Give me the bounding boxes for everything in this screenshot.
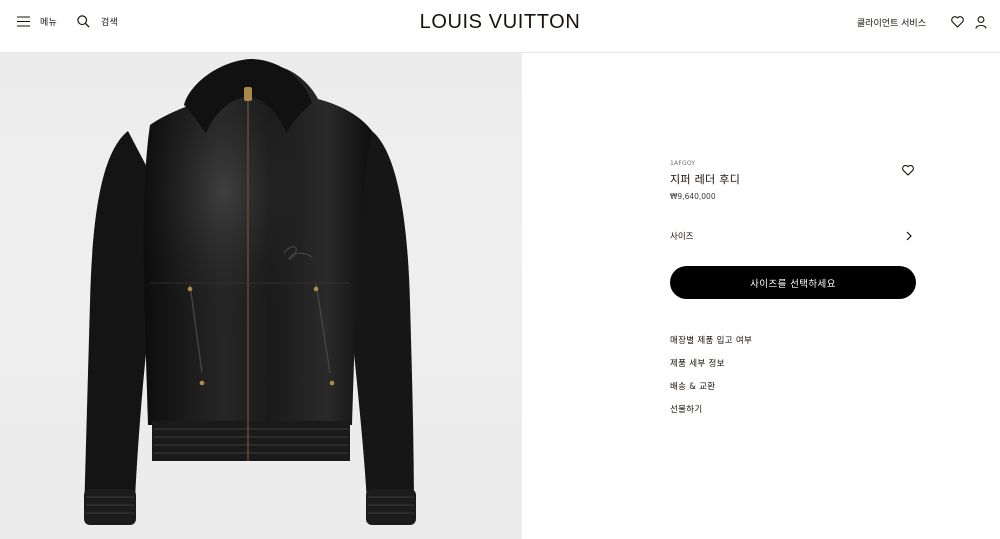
gift-link[interactable]: 선물하기: [670, 403, 916, 426]
size-selector[interactable]: 사이즈: [670, 229, 916, 243]
size-label: 사이즈: [670, 232, 694, 242]
search-icon: [77, 14, 91, 28]
brand-logo[interactable]: LOUIS VUITTON: [420, 11, 581, 33]
brand-logo-wrapper: LOUIS VUITTON: [0, 11, 1000, 34]
search-button[interactable]: 검색: [77, 14, 118, 28]
search-label: 검색: [100, 17, 118, 28]
product-links: 매장별 제품 입고 여부 제품 세부 정보 배송 & 교환 선물하기: [670, 334, 916, 426]
leather-jacket-image: [84, 59, 416, 525]
product-image[interactable]: [0, 53, 522, 539]
header-left: 메뉴 검색: [16, 14, 118, 28]
delivery-returns-link[interactable]: 배송 & 교환: [670, 380, 916, 403]
menu-button[interactable]: 메뉴: [16, 14, 57, 28]
site-header: 메뉴 검색 LOUIS VUITTON 클라이언트 서비스: [0, 0, 1000, 53]
header-right: 클라이언트 서비스: [857, 15, 988, 29]
product-sku: 1AFGOY: [670, 160, 696, 167]
hamburger-icon: [16, 14, 30, 28]
client-service-link[interactable]: 클라이언트 서비스: [857, 16, 926, 29]
product-title-row: 지퍼 레더 후디: [670, 164, 916, 187]
heart-icon[interactable]: [902, 161, 916, 176]
product-price: ₩9,640,000: [670, 192, 716, 201]
user-icon[interactable]: [974, 15, 988, 29]
store-availability-link[interactable]: 매장별 제품 입고 여부: [670, 334, 916, 357]
product-details-link[interactable]: 제품 세부 정보: [670, 357, 916, 380]
select-size-button[interactable]: 사이즈를 선택하세요: [670, 266, 916, 299]
product-name: 지퍼 레더 후디: [670, 173, 741, 186]
heart-icon[interactable]: [950, 15, 964, 29]
menu-label: 메뉴: [40, 17, 57, 28]
product-details: 1AFGOY 지퍼 레더 후디 ₩9,640,000 사이즈 사이즈를 선택하세…: [670, 160, 916, 426]
chevron-right-icon: [902, 229, 916, 243]
